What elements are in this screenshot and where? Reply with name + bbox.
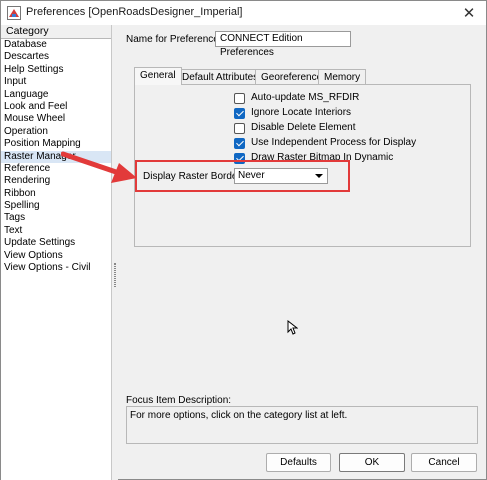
category-item-descartes[interactable]: Descartes: [1, 51, 111, 63]
category-item-text[interactable]: Text: [1, 225, 111, 237]
category-item-view-options[interactable]: View Options: [1, 250, 111, 262]
preferences-dialog: Preferences [OpenRoadsDesigner_Imperial]…: [0, 0, 487, 480]
window-title: Preferences [OpenRoadsDesigner_Imperial]: [26, 6, 243, 18]
defaults-button[interactable]: Defaults: [266, 453, 331, 472]
tab-general[interactable]: General: [134, 67, 182, 85]
cancel-button[interactable]: Cancel: [411, 453, 477, 472]
category-item-database[interactable]: Database: [1, 39, 111, 51]
category-item-ribbon[interactable]: Ribbon: [1, 188, 111, 200]
focus-description-text: For more options, click on the category …: [130, 410, 348, 421]
panel-splitter[interactable]: [112, 25, 118, 480]
mouse-cursor-icon: [287, 320, 298, 335]
name-label: Name for Preferences:: [126, 34, 227, 45]
category-header: Category: [1, 25, 111, 39]
checkbox-box[interactable]: [234, 138, 245, 149]
checkbox-label: Auto-update MS_RFDIR: [251, 92, 360, 103]
category-item-tags[interactable]: Tags: [1, 212, 111, 224]
category-item-language[interactable]: Language: [1, 89, 111, 101]
close-button[interactable]: ✕: [458, 3, 480, 23]
annotation-arrow-icon: [61, 151, 137, 183]
category-item-view-options-civil[interactable]: View Options - Civil: [1, 262, 111, 274]
category-item-help-settings[interactable]: Help Settings: [1, 64, 111, 76]
annotation-highlight-box: [135, 160, 350, 192]
category-item-spelling[interactable]: Spelling: [1, 200, 111, 212]
category-item-operation[interactable]: Operation: [1, 126, 111, 138]
category-item-look-and-feel[interactable]: Look and Feel: [1, 101, 111, 113]
category-item-input[interactable]: Input: [1, 76, 111, 88]
focus-description-label: Focus Item Description:: [126, 395, 232, 406]
splitter-grip-icon[interactable]: [114, 263, 116, 287]
category-panel: Category Database Descartes Help Settings I…: [1, 25, 112, 480]
category-item-mouse-wheel[interactable]: Mouse Wheel: [1, 113, 111, 125]
name-input[interactable]: CONNECT Edition Preferences: [215, 31, 351, 58]
category-item-update-settings[interactable]: Update Settings: [1, 237, 111, 249]
tab-memory[interactable]: Memory: [318, 69, 367, 85]
checkbox-box[interactable]: [234, 123, 245, 134]
focus-description-box: For more options, click on the category …: [126, 406, 478, 444]
checkbox-box[interactable]: [234, 108, 245, 119]
app-icon: [7, 6, 21, 20]
ok-button[interactable]: OK: [339, 453, 405, 472]
tab-default-attributes[interactable]: Default Attributes: [176, 69, 265, 85]
checkbox-label: Ignore Locate Interiors: [251, 107, 352, 118]
checkbox-box[interactable]: [234, 93, 245, 104]
title-bar: Preferences [OpenRoadsDesigner_Imperial]…: [1, 1, 486, 25]
checkbox-label: Use Independent Process for Display: [251, 137, 417, 148]
checkbox-label: Disable Delete Element: [251, 122, 356, 133]
